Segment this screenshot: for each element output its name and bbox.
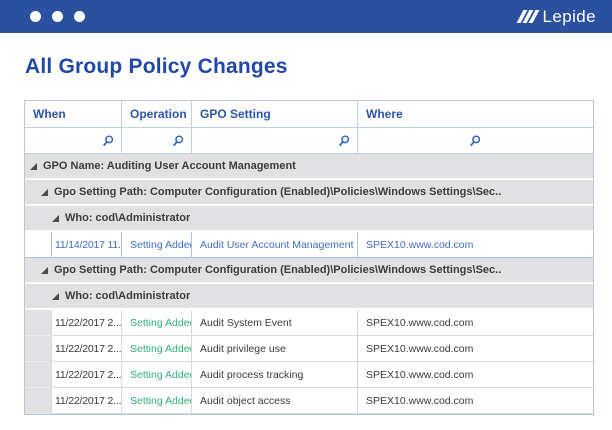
cell-gpo-setting: Audit privilege use [192, 336, 358, 362]
cell-when: 11/22/2017 2... [52, 310, 122, 336]
filter-row [25, 128, 593, 154]
group-row-label: Who: cod\Administrator [65, 212, 190, 224]
table-row[interactable]: 11/14/2017 11... Setting Added Audit Use… [25, 232, 593, 258]
row-indent [25, 336, 52, 362]
window-dot-icon [30, 11, 41, 22]
group-row-who[interactable]: Who: cod\Administrator [25, 284, 593, 310]
filter-cell-operation[interactable] [122, 128, 192, 154]
group-row-label: Who: cod\Administrator [65, 290, 190, 302]
column-header-operation[interactable]: Operation [122, 101, 192, 128]
table-row[interactable]: 11/22/2017 2... Setting Added Audit Syst… [25, 310, 593, 336]
group-row-gpo-name[interactable]: GPO Name: Auditing User Account Manageme… [25, 154, 593, 180]
search-icon [469, 134, 483, 148]
cell-operation: Setting Added [122, 310, 192, 336]
column-header-when[interactable]: When [25, 101, 122, 128]
cell-gpo-setting: Audit System Event [192, 310, 358, 336]
collapse-triangle-icon[interactable] [52, 215, 59, 222]
table-row[interactable]: 11/22/2017 2... Setting Added Audit priv… [25, 336, 593, 362]
lepide-logo-text: Lepide [543, 7, 596, 27]
table-row[interactable]: 11/22/2017 2... Setting Added Audit proc… [25, 362, 593, 388]
cell-where: SPEX10.www.cod.com [358, 336, 593, 362]
cell-operation: Setting Added [122, 232, 192, 258]
cell-operation: Setting Added [122, 388, 192, 414]
group-row-gpo-setting-path[interactable]: Gpo Setting Path: Computer Configuration… [25, 180, 593, 206]
search-icon [102, 134, 116, 148]
row-indent [25, 388, 52, 414]
cell-gpo-setting: Audit User Account Management [192, 232, 358, 258]
row-indent [25, 310, 52, 336]
cell-when: 11/22/2017 2... [52, 388, 122, 414]
search-icon [338, 134, 352, 148]
filter-cell-where[interactable] [358, 128, 593, 154]
window-dots [30, 11, 85, 22]
group-row-gpo-setting-path[interactable]: Gpo Setting Path: Computer Configuration… [25, 258, 593, 284]
lepide-logo: Lepide [520, 7, 596, 27]
table-row[interactable]: 11/22/2017 2... Setting Added Audit obje… [25, 388, 593, 414]
collapse-triangle-icon[interactable] [41, 189, 48, 196]
group-row-label: Gpo Setting Path: Computer Configuration… [54, 264, 501, 276]
group-row-label: GPO Name: Auditing User Account Manageme… [43, 160, 296, 172]
column-header-gpo-setting[interactable]: GPO Setting [192, 101, 358, 128]
cell-where: SPEX10.www.cod.com [358, 362, 593, 388]
cell-gpo-setting: Audit object access [192, 388, 358, 414]
cell-where: SPEX10.www.cod.com [358, 310, 593, 336]
collapse-triangle-icon[interactable] [30, 163, 37, 170]
group-row-who[interactable]: Who: cod\Administrator [25, 206, 593, 232]
cell-operation: Setting Added [122, 336, 192, 362]
cell-gpo-setting: Audit process tracking [192, 362, 358, 388]
search-icon [172, 134, 186, 148]
window-dot-icon [52, 11, 63, 22]
row-indent [25, 232, 52, 258]
cell-where: SPEX10.www.cod.com [358, 232, 593, 258]
group-policy-changes-table: When Operation GPO Setting Where GPO Nam… [24, 100, 594, 415]
group-row-label: Gpo Setting Path: Computer Configuration… [54, 186, 501, 198]
cell-where: SPEX10.www.cod.com [358, 388, 593, 414]
filter-cell-gpo-setting[interactable] [192, 128, 358, 154]
row-indent [25, 362, 52, 388]
filter-cell-when[interactable] [25, 128, 122, 154]
collapse-triangle-icon[interactable] [52, 293, 59, 300]
cell-when: 11/22/2017 2... [52, 362, 122, 388]
top-bar: Lepide [0, 0, 612, 33]
collapse-triangle-icon[interactable] [41, 267, 48, 274]
lepide-logo-icon [520, 10, 536, 23]
column-header-where[interactable]: Where [358, 101, 593, 128]
cell-when: 11/22/2017 2... [52, 336, 122, 362]
table-header-row: When Operation GPO Setting Where [25, 101, 593, 128]
page-title: All Group Policy Changes [25, 55, 288, 79]
window-dot-icon [74, 11, 85, 22]
cell-when: 11/14/2017 11... [52, 232, 122, 258]
cell-operation: Setting Added [122, 362, 192, 388]
